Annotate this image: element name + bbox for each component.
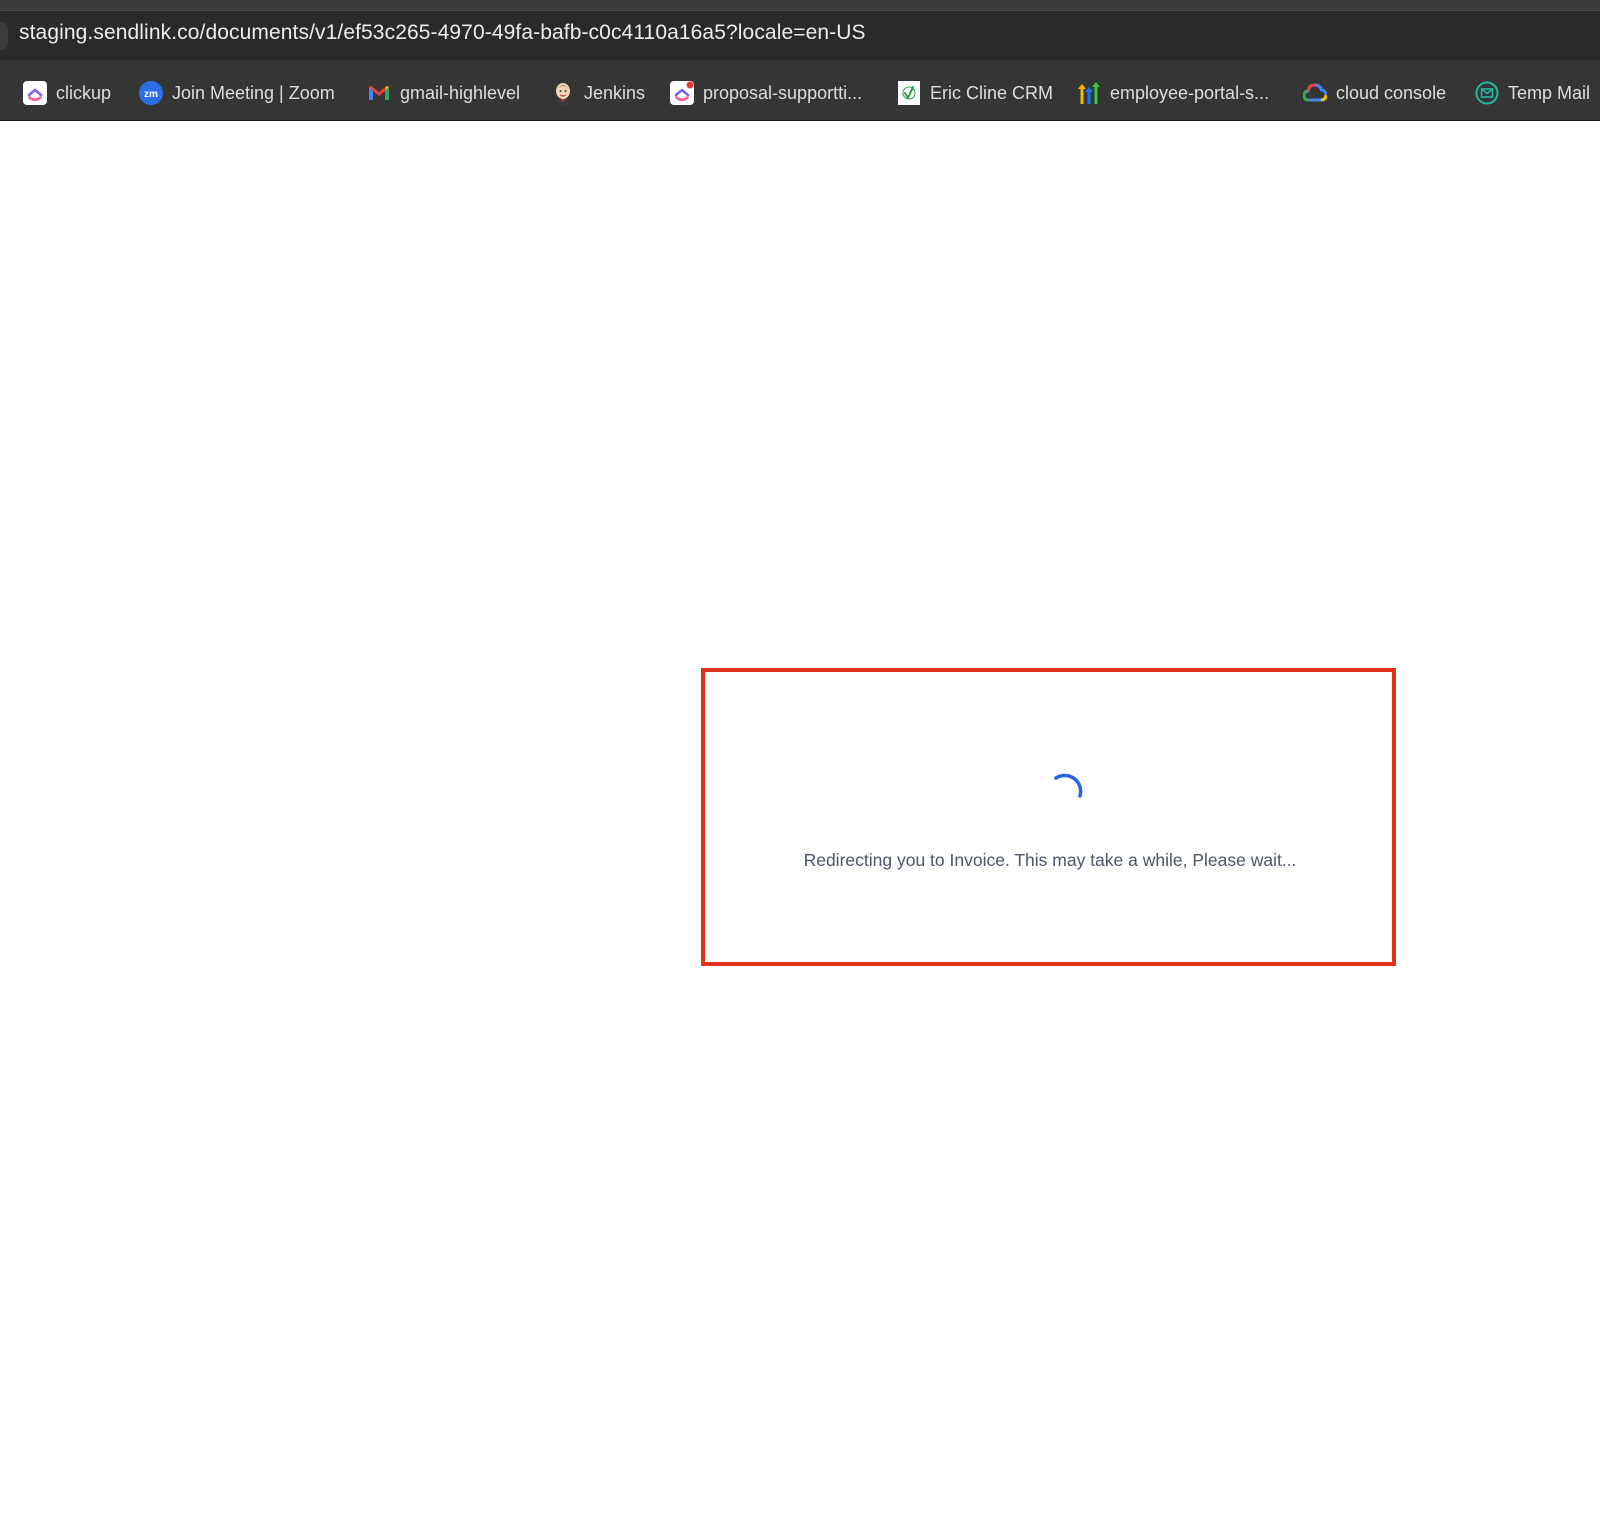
bookmark-zoom[interactable]: zm Join Meeting | Zoom	[139, 80, 335, 106]
gmail-icon	[367, 81, 391, 105]
bookmark-label: gmail-highlevel	[400, 82, 521, 103]
zoom-icon: zm	[139, 81, 163, 105]
loading-spinner-icon	[1046, 770, 1090, 814]
bookmark-employee-portal[interactable]: employee-portal-s...	[1077, 80, 1269, 106]
bookmark-proposal[interactable]: proposal-supportti...	[670, 80, 862, 106]
bookmark-eric-cline-crm[interactable]: Eric Cline CRM	[897, 80, 1053, 106]
bookmark-jenkins[interactable]: Jenkins	[551, 80, 645, 106]
bookmark-label: employee-portal-s...	[1110, 82, 1270, 103]
loading-message: Redirecting you to Invoice. This may tak…	[803, 850, 1297, 870]
browser-chrome: staging.sendlink.co/documents/v1/ef53c26…	[0, 0, 1600, 121]
bookmark-label: Jenkins	[584, 82, 646, 103]
site-info-button[interactable]	[0, 22, 8, 50]
bookmark-label: proposal-supportti...	[703, 82, 863, 103]
bookmark-label: Temp Mail	[1508, 82, 1591, 103]
bookmark-temp-mail[interactable]: Temp Mail	[1475, 80, 1590, 106]
jenkins-icon	[551, 81, 575, 105]
bookmark-label: Eric Cline CRM	[930, 82, 1054, 103]
url-text[interactable]: staging.sendlink.co/documents/v1/ef53c26…	[19, 21, 866, 45]
google-cloud-icon	[1302, 81, 1328, 105]
svg-text:zm: zm	[144, 89, 158, 100]
bookmark-clickup[interactable]: clickup	[23, 80, 111, 106]
clickup-icon	[23, 81, 47, 105]
clickup-icon	[670, 81, 694, 105]
bookmark-label: cloud console	[1336, 82, 1447, 103]
bookmark-cloud-console[interactable]: cloud console	[1302, 80, 1447, 106]
temp-mail-icon	[1475, 81, 1499, 105]
highlevel-icon	[1077, 81, 1101, 105]
checkmark-document-icon	[897, 81, 921, 105]
bookmark-label: Join Meeting | Zoom	[172, 82, 335, 103]
highlight-annotation-box	[701, 668, 1396, 966]
bookmark-gmail[interactable]: gmail-highlevel	[367, 80, 520, 106]
bookmark-label: clickup	[56, 82, 112, 103]
tab-strip	[0, 0, 1600, 11]
bookmarks-bar: clickup zm Join Meeting | Zoom gmail-hig…	[0, 60, 1600, 121]
